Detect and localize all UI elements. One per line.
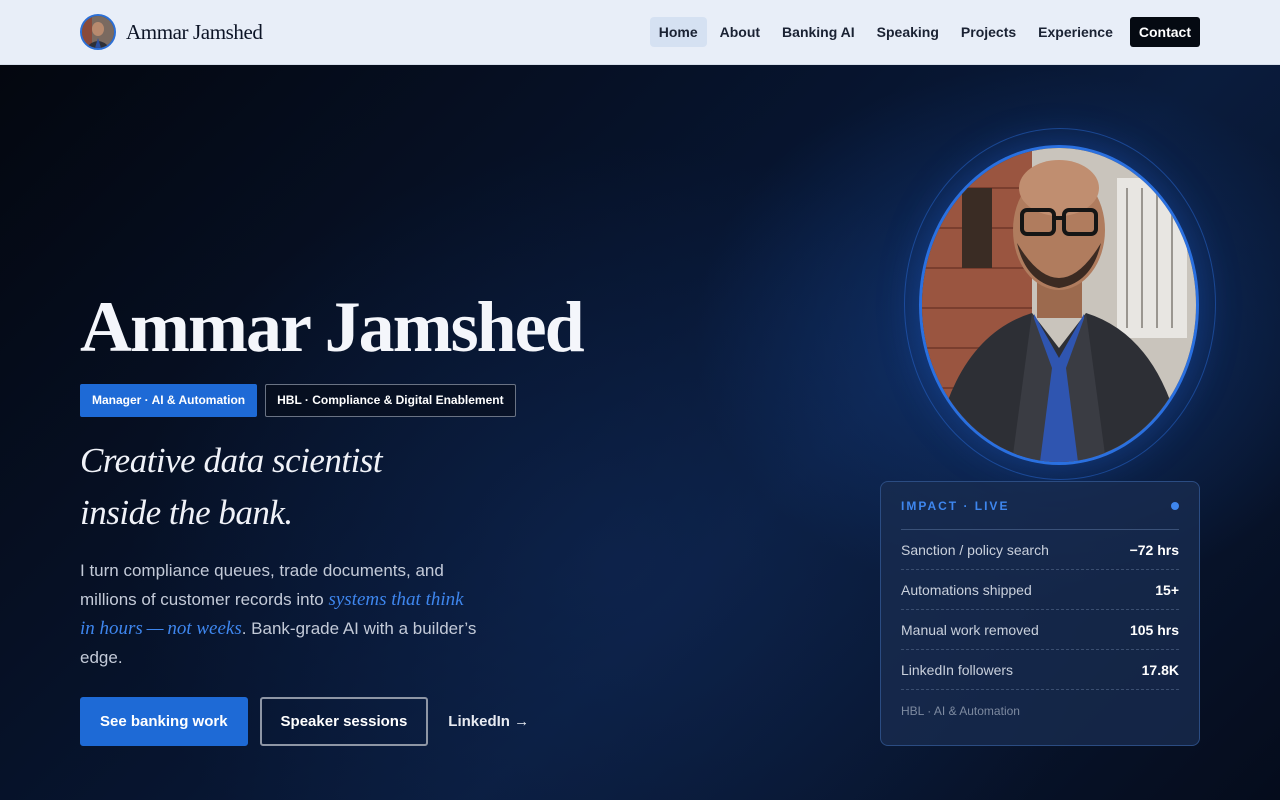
nav-item-banking-ai[interactable]: Banking AI [773,17,864,47]
contact-button[interactable]: Contact [1129,17,1200,47]
stat-label: Automations shipped [901,581,1032,598]
stat-row: Automations shipped 15+ [901,570,1179,610]
intro-paragraph: I turn compliance queues, trade document… [80,556,480,672]
see-banking-work-button[interactable]: See banking work [80,697,248,746]
avatar [80,14,116,50]
tagline-line-2: inside the bank. [80,493,293,532]
nav-item-speaking[interactable]: Speaking [868,17,948,47]
tagline-line-1: Creative data scientist [80,441,383,480]
nav-item-home[interactable]: Home [649,17,707,47]
stat-value: 105 hrs [1129,621,1179,638]
brand[interactable]: Ammar Jamshed [80,14,263,50]
nav-item-experience[interactable]: Experience [1029,17,1122,47]
stat-label: LinkedIn followers [901,661,1014,678]
stat-value: 17.8K [1141,661,1179,678]
stat-value: −72 hrs [1129,541,1179,558]
profile-photo-image [922,148,1196,462]
main-menu: Home About Banking AI Speaking Projects … [649,17,1200,47]
impact-card: IMPACT · LIVE Sanction / policy search −… [880,481,1200,746]
stat-value: 15+ [1155,581,1179,598]
top-navigation: Ammar Jamshed Home About Banking AI Spea… [0,0,1280,65]
hero-section: Ammar Jamshed Manager · AI & Automation … [0,65,1280,800]
org-tag: HBL · Compliance & Digital Enablement [265,384,516,417]
cta-group: See banking work Speaker sessions Linked… [80,697,537,746]
avatar-photo-icon [82,16,114,48]
impact-card-footer: HBL · AI & Automation [901,704,1020,718]
stat-label: Manual work removed [901,621,1039,638]
live-dot-icon [1171,501,1179,510]
brand-name: Ammar Jamshed [126,19,263,44]
speaker-sessions-button[interactable]: Speaker sessions [259,697,429,746]
nav-item-projects[interactable]: Projects [952,17,1025,47]
role-tag: Manager · AI & Automation [80,384,258,417]
linkedin-link[interactable]: LinkedIn → [440,713,537,730]
role-tags: Manager · AI & Automation HBL · Complian… [80,384,516,417]
tagline: Creative data scientist inside the bank. [80,435,383,539]
stat-label: Sanction / policy search [901,541,1049,558]
nav-item-about[interactable]: About [711,17,769,47]
page-title: Ammar Jamshed [80,287,585,367]
stat-row: LinkedIn followers 17.8K [901,650,1179,690]
profile-photo [919,145,1199,465]
stat-row: Manual work removed 105 hrs [901,610,1179,650]
impact-card-header: IMPACT · LIVE [901,482,1179,530]
impact-card-title: IMPACT · LIVE [901,498,1010,513]
stat-row: Sanction / policy search −72 hrs [901,530,1179,570]
